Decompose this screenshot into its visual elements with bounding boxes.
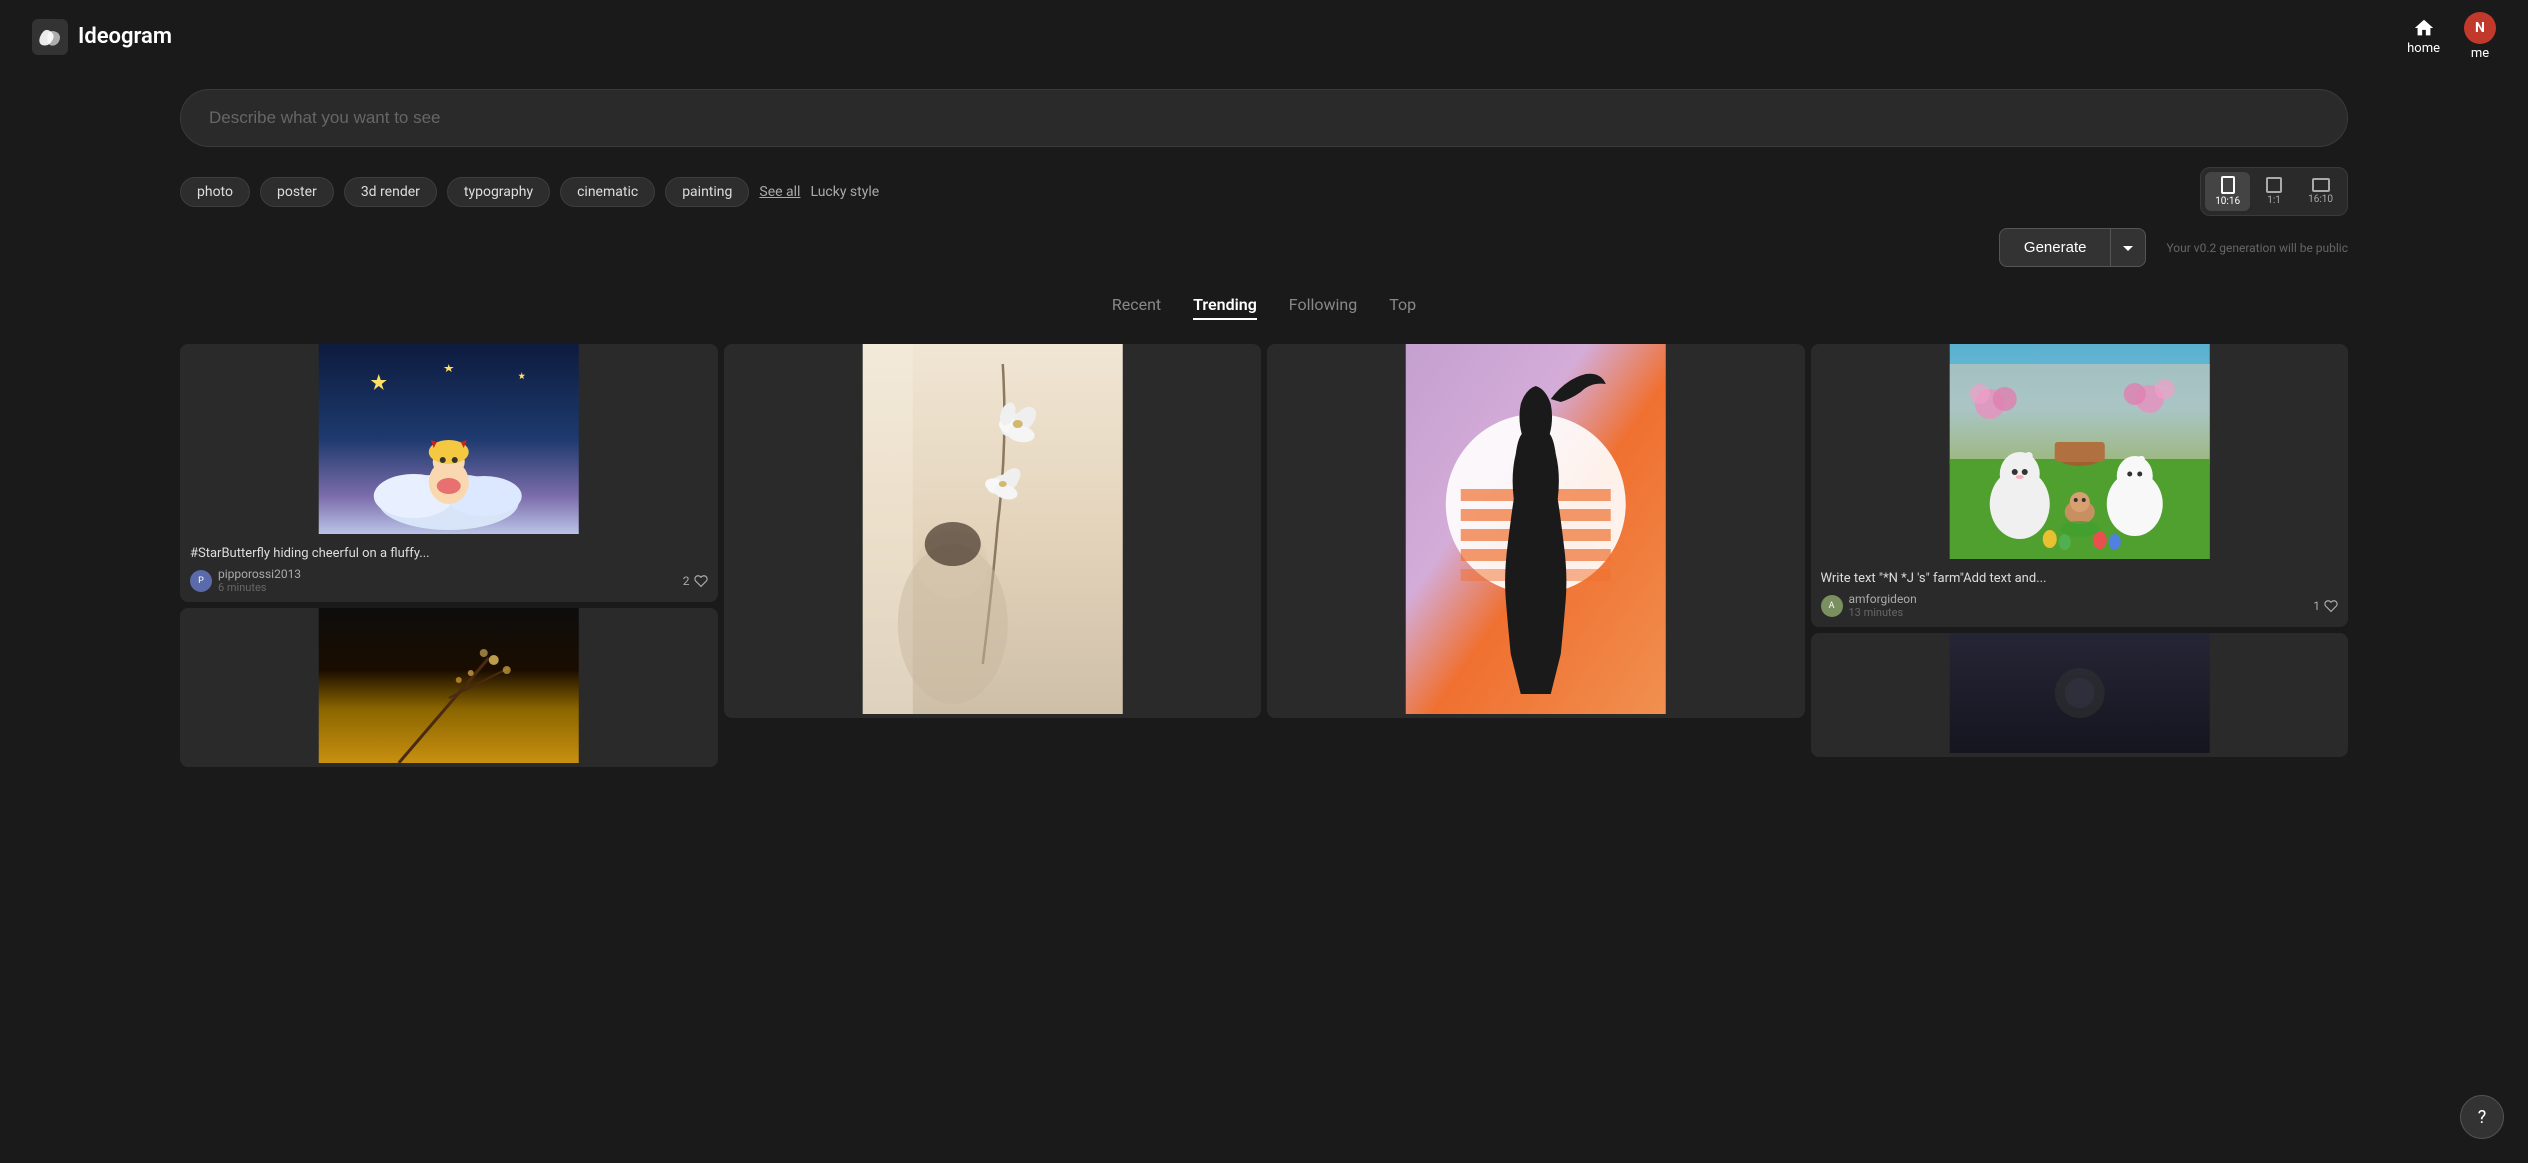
gallery-card-1[interactable]: #StarButterfly hiding cheerful on a fluf… [180,344,718,602]
gallery-card-6[interactable] [1811,633,2349,757]
public-note: Your v0.2 generation will be public [2158,241,2348,255]
tags-list: photo poster 3d render typography cinema… [180,177,879,207]
card-4-user: A amforgideon 13 minutes [1821,592,1917,619]
card-6-image [1811,633,2349,753]
card-4-like-count: 1 [2313,599,2320,613]
search-input[interactable] [180,89,2348,147]
card-4-time: 13 minutes [1849,606,1917,619]
generate-dropdown-button[interactable] [2110,228,2146,267]
see-all-link[interactable]: See all [759,184,800,200]
logo-icon [32,19,68,55]
lucky-style-link[interactable]: Lucky style [810,184,879,200]
avatar: N [2464,12,2496,44]
aspect-1-1-icon [2266,177,2282,193]
gallery: #StarButterfly hiding cheerful on a fluf… [0,328,2528,783]
generate-button[interactable]: Generate [1999,228,2111,267]
me-label: me [2471,46,2489,61]
generate-row: Generate Your v0.2 generation will be pu… [0,216,2528,267]
aspect-16-10[interactable]: 16:10 [2298,174,2343,209]
aspect-controls: 10:16 1:1 16:10 [2200,167,2348,216]
home-icon [2413,17,2435,39]
aspect-10-16[interactable]: 10:16 [2205,172,2250,211]
home-label: home [2407,41,2440,56]
card-1-title: #StarButterfly hiding cheerful on a fluf… [190,546,708,561]
gallery-card-5[interactable] [180,608,718,767]
tab-recent[interactable]: Recent [1112,295,1161,320]
card-5-image [180,608,718,763]
me-nav[interactable]: N me [2464,12,2496,61]
card-1-username: pipporossi2013 [218,567,301,581]
card-3-image [1267,344,1805,714]
card-2-image [724,344,1262,714]
aspect-1-1-label: 1:1 [2267,195,2281,206]
tag-painting[interactable]: painting [665,177,749,207]
gallery-col-3 [1267,344,1805,767]
card-4-image [1811,344,2349,559]
tag-poster[interactable]: poster [260,177,334,207]
tab-top[interactable]: Top [1389,295,1416,320]
chevron-down-icon [2121,241,2135,255]
header-nav: home N me [2407,12,2496,61]
card-4-avatar: A [1821,595,1843,617]
card-1-likes: 2 [683,574,708,588]
aspect-1-1[interactable]: 1:1 [2254,173,2294,210]
logo-text: Ideogram [78,24,172,49]
tag-typography[interactable]: typography [447,177,550,207]
card-4-meta: A amforgideon 13 minutes 1 [1821,592,2339,619]
tabs-row: Recent Trending Following Top [0,267,2528,328]
aspect-16-10-label: 16:10 [2308,194,2333,205]
card-4-username: amforgideon [1849,592,1917,606]
card-1-user: P pipporossi2013 6 minutes [190,567,301,594]
tag-photo[interactable]: photo [180,177,250,207]
tab-following[interactable]: Following [1289,295,1357,320]
gallery-col-1: #StarButterfly hiding cheerful on a fluf… [180,344,718,767]
tags-row: photo poster 3d render typography cinema… [0,155,2528,216]
tab-trending[interactable]: Trending [1193,295,1257,320]
heart-icon-4[interactable] [2324,599,2338,613]
card-4-title: Write text "*N *J 's" farm"Add text and.… [1821,571,2339,586]
tag-cinematic[interactable]: cinematic [560,177,655,207]
aspect-10-16-icon [2221,176,2235,194]
card-1-info: #StarButterfly hiding cheerful on a fluf… [180,538,718,602]
card-1-time: 6 minutes [218,581,301,594]
card-1-meta: P pipporossi2013 6 minutes 2 [190,567,708,594]
search-area [0,73,2528,155]
card-4-likes: 1 [2313,599,2338,613]
card-4-info: Write text "*N *J 's" farm"Add text and.… [1811,563,2349,627]
aspect-10-16-label: 10:16 [2215,196,2240,207]
gallery-col-2 [724,344,1262,767]
card-1-avatar: P [190,570,212,592]
gallery-col-4: Write text "*N *J 's" farm"Add text and.… [1811,344,2349,767]
logo[interactable]: Ideogram [32,19,172,55]
gallery-card-3[interactable] [1267,344,1805,718]
heart-icon[interactable] [694,574,708,588]
help-button[interactable]: ? [2460,1095,2504,1139]
gallery-card-2[interactable] [724,344,1262,718]
aspect-16-10-icon [2312,178,2330,192]
card-1-image [180,344,718,534]
home-nav[interactable]: home [2407,17,2440,56]
header: Ideogram home N me [0,0,2528,73]
tag-3d-render[interactable]: 3d render [344,177,437,207]
gallery-card-4[interactable]: Write text "*N *J 's" farm"Add text and.… [1811,344,2349,627]
card-1-like-count: 2 [683,574,690,588]
